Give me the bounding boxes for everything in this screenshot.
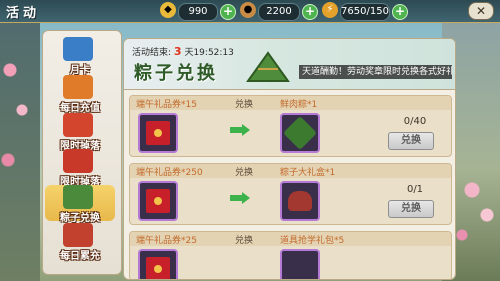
gift-voucher-icon (146, 257, 170, 279)
add-copper-button[interactable]: + (302, 4, 318, 20)
gold-ingot-icon: ◆ (160, 2, 176, 18)
zongzi-exchange-icon (63, 185, 93, 209)
page-title: 活动 (6, 6, 41, 21)
cost-item-slot[interactable] (138, 249, 178, 279)
monthly-card-icon (63, 37, 93, 61)
row-header: 端午礼品券*250 兑换 粽子大礼盒*1 (130, 164, 451, 178)
reward-item-slot[interactable] (280, 249, 320, 279)
row-reward: 鲜肉粽*1 (280, 100, 318, 110)
row-exchange-label: 兑换 (235, 236, 254, 246)
event-banner: 活动结束: 3 天19:52:13 粽子兑换 天道酬勤！劳动奖章限时兑换各式好礼… (124, 39, 455, 90)
row-exchange-label: 兑换 (235, 100, 254, 110)
row-header: 端午礼品券*15 兑换 鲜肉粽*1 (130, 96, 451, 110)
arrow-right-icon (230, 192, 250, 204)
exchange-count: 0/40 (403, 116, 427, 127)
sidebar-item-monthly-card[interactable]: 月卡 (49, 37, 111, 76)
close-button[interactable]: ✕ (468, 2, 494, 20)
row-cost: 端午礼品券*15 (136, 100, 197, 110)
exchange-panel: 活动结束: 3 天19:52:13 粽子兑换 天道酬勤！劳动奖章限时兑换各式好礼… (123, 38, 456, 280)
row-header: 端午礼品券*25 兑换 道具抢学礼包*5 (130, 232, 451, 246)
sidebar-item-daily-cumulative-recharge[interactable]: 每日累充 (49, 223, 111, 262)
row-reward: 粽子大礼盒*1 (280, 168, 336, 178)
row-cost: 端午礼品券*250 (136, 168, 203, 178)
daily-cumulative-recharge-icon (63, 223, 93, 247)
timer-suffix: 天19:52:13 (184, 48, 234, 58)
copper-counter: 2200 (258, 3, 300, 21)
row-cost: 端午礼品券*25 (136, 236, 197, 246)
copper-coin-icon: ● (240, 2, 256, 18)
banner-title: 粽子兑换 (134, 63, 218, 84)
add-gold-button[interactable]: + (220, 4, 236, 20)
limited-drop-icon (63, 113, 93, 137)
top-bar: 活动 ◆ 990 + ● 2200 + ⚡ 7650/150 + ✕ (0, 0, 500, 23)
activity-sidebar: 月卡 每日充值 限时掉落 限时掉落 粽子兑换 每日累充 (42, 30, 122, 275)
timer-days: 3 (173, 45, 182, 58)
sidebar-item-label: 粽子兑换 (60, 213, 100, 224)
zongzi-gift-box-icon (288, 191, 312, 211)
event-timer: 活动结束: 3 天19:52:13 (132, 45, 234, 58)
sidebar-item-label: 月卡 (70, 65, 90, 76)
timer-prefix: 活动结束: (132, 48, 172, 58)
sidebar-item-daily-recharge[interactable]: 每日充值 (49, 75, 111, 114)
exchange-button[interactable]: 兑换 (388, 200, 434, 218)
sidebar-item-zongzi-exchange[interactable]: 粽子兑换 (45, 185, 115, 224)
gold-counter: 990 (178, 3, 218, 21)
copper-value: 2200 (266, 6, 292, 17)
row-reward: 道具抢学礼包*5 (280, 236, 345, 246)
gift-voucher-icon (146, 121, 170, 145)
cost-item-slot[interactable] (138, 181, 178, 221)
cost-item-slot[interactable] (138, 113, 178, 153)
row-exchange-label: 兑换 (235, 168, 254, 178)
exchange-count: 0/1 (406, 184, 424, 195)
energy-counter: 7650/150 (340, 3, 390, 21)
banner-description: 天道酬勤！劳动奖章限时兑换各式好礼！ (299, 65, 452, 79)
daily-recharge-icon (63, 75, 93, 99)
gold-value: 990 (188, 6, 208, 17)
background-left-blossoms (0, 0, 40, 281)
reward-item-slot[interactable] (280, 181, 320, 221)
close-icon: ✕ (475, 4, 487, 18)
gift-voucher-icon (146, 189, 170, 213)
reward-item-slot[interactable] (280, 113, 320, 153)
energy-bolt-icon: ⚡ (322, 2, 338, 18)
arrow-right-icon (230, 124, 250, 136)
exchange-row: 端午礼品券*25 兑换 道具抢学礼包*5 (129, 231, 452, 279)
limited-drop-icon (63, 149, 93, 173)
sidebar-item-limited-drop-2[interactable]: 限时掉落 (49, 149, 111, 188)
exchange-button[interactable]: 兑换 (388, 132, 434, 150)
exchange-row: 端午礼品券*250 兑换 粽子大礼盒*1 0/1 兑换 (129, 163, 452, 225)
sidebar-item-limited-drop[interactable]: 限时掉落 (49, 113, 111, 152)
energy-value: 7650/150 (341, 6, 389, 17)
sidebar-item-label: 每日充值 (60, 103, 100, 114)
sidebar-item-label: 每日累充 (60, 251, 100, 262)
zongzi-illustration-icon (246, 51, 290, 82)
meat-zongzi-icon (283, 116, 317, 150)
add-energy-button[interactable]: + (392, 4, 408, 20)
exchange-row: 端午礼品券*15 兑换 鲜肉粽*1 0/40 兑换 (129, 95, 452, 157)
